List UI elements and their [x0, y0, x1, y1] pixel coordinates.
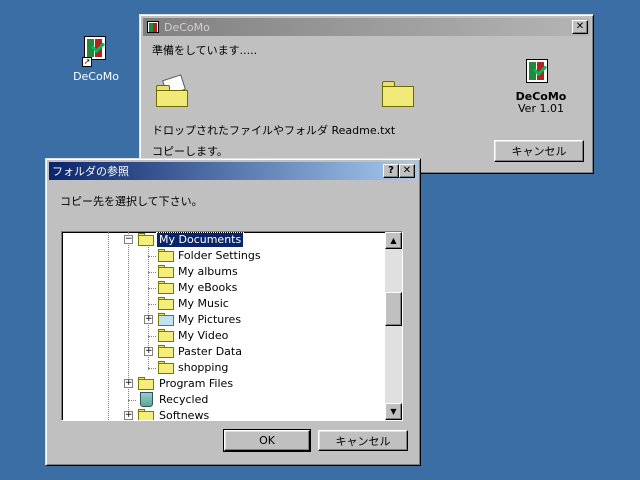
scroll-down-button[interactable]: ▼ [385, 403, 402, 420]
scroll-down-icon: ▼ [390, 407, 397, 416]
collapse-icon[interactable]: − [124, 235, 133, 244]
ok-button[interactable]: OK [223, 429, 311, 452]
tree-item-label: Recycled [159, 393, 209, 406]
decomo-app-icon [146, 20, 160, 34]
tree-item-paster-data[interactable]: + Paster Data [62, 344, 362, 360]
copy-message-line1: ドロップされたファイルやフォルダ Readme.txt [152, 124, 396, 137]
close-button[interactable]: ✕ [572, 20, 588, 34]
expand-icon[interactable]: + [144, 315, 153, 324]
browse-prompt: コピー先を選択して下さい。 [60, 195, 203, 208]
app-version: Ver 1.01 [518, 102, 564, 115]
desktop-icon-label: DeCoMo [73, 70, 119, 83]
folder-tree[interactable]: − My Documents Folder Settings My albums [61, 231, 403, 421]
tree-vertical-scrollbar[interactable]: ▲ ▼ [385, 232, 402, 420]
browse-dialog-title: フォルダの参照 [52, 165, 129, 178]
tree-item-label: My albums [178, 265, 238, 278]
decomo-window-title: DeCoMo [164, 20, 210, 34]
browse-dialog-titlebar[interactable]: フォルダの参照 ? ✕ [49, 162, 417, 180]
tree-item-label: My Music [178, 297, 229, 310]
tree-item-label: My eBooks [178, 281, 238, 294]
folder-icon [158, 345, 174, 358]
close-icon: ✕ [575, 21, 585, 32]
folder-icon [382, 81, 414, 107]
folder-icon [158, 361, 174, 374]
decomo-app-icon [524, 57, 552, 85]
tree-item-label: Paster Data [178, 345, 242, 358]
tree-item-label: Program Files [159, 377, 234, 390]
scroll-thumb[interactable] [385, 292, 402, 326]
tree-item-label: shopping [178, 361, 229, 374]
cancel-button[interactable]: キャンセル [494, 140, 584, 162]
tree-item-shopping[interactable]: shopping [62, 360, 362, 376]
decomo-app-icon: ↗ [80, 34, 112, 67]
folder-icon [158, 265, 174, 278]
tree-item-my-documents[interactable]: − My Documents [62, 232, 362, 248]
decomo-titlebar[interactable]: DeCoMo ✕ [143, 18, 590, 36]
cancel-button[interactable]: キャンセル [318, 430, 408, 451]
folder-icon [138, 409, 154, 420]
close-icon: ✕ [402, 165, 412, 176]
close-button[interactable]: ✕ [399, 164, 415, 178]
tree-item-label: My Pictures [178, 313, 242, 326]
help-icon: ? [388, 165, 394, 176]
recycle-bin-icon [140, 392, 153, 407]
tree-item-label: Softnews [159, 409, 210, 421]
decomo-window: DeCoMo ✕ 準備をしています..... DeCoMo Ver 1.01 ド… [139, 14, 594, 174]
copy-message-line2: コピーします。 [152, 145, 228, 158]
expand-icon[interactable]: + [124, 379, 133, 388]
folder-icon [156, 74, 190, 107]
expand-icon[interactable]: + [144, 347, 153, 356]
tree-item-my-pictures[interactable]: + My Pictures [62, 312, 362, 328]
tree-item-program-files[interactable]: + Program Files [62, 376, 362, 392]
tree-item-my-ebooks[interactable]: My eBooks [62, 280, 362, 296]
help-button[interactable]: ? [383, 164, 399, 178]
folder-icon [158, 281, 174, 294]
tree-item-my-video[interactable]: My Video [62, 328, 362, 344]
folder-icon [158, 329, 174, 342]
pictures-folder-icon [158, 313, 174, 326]
tree-item-folder-settings[interactable]: Folder Settings [62, 248, 362, 264]
tree-item-recycled[interactable]: Recycled [62, 392, 362, 408]
tree-item-softnews[interactable]: + Softnews [62, 408, 362, 421]
tree-item-my-music[interactable]: My Music [62, 296, 362, 312]
tree-item-label: Folder Settings [178, 249, 261, 262]
desktop-icon-decomo[interactable]: ↗ DeCoMo [66, 32, 126, 83]
scroll-up-button[interactable]: ▲ [385, 232, 402, 249]
folder-open-icon [138, 233, 154, 246]
folder-tree-content: − My Documents Folder Settings My albums [62, 232, 385, 420]
scroll-up-icon: ▲ [390, 236, 397, 245]
shortcut-arrow-icon: ↗ [82, 57, 92, 67]
status-text: 準備をしています..... [152, 44, 258, 57]
folder-icon [158, 249, 174, 262]
tree-item-label: My Documents [155, 232, 245, 248]
tree-item-label: My Video [178, 329, 229, 342]
folder-icon [138, 377, 154, 390]
tree-item-my-albums[interactable]: My albums [62, 264, 362, 280]
folder-icon [158, 297, 174, 310]
browse-folder-dialog: フォルダの参照 ? ✕ コピー先を選択して下さい。 − My Documents… [45, 158, 421, 466]
expand-icon[interactable]: + [124, 411, 133, 420]
